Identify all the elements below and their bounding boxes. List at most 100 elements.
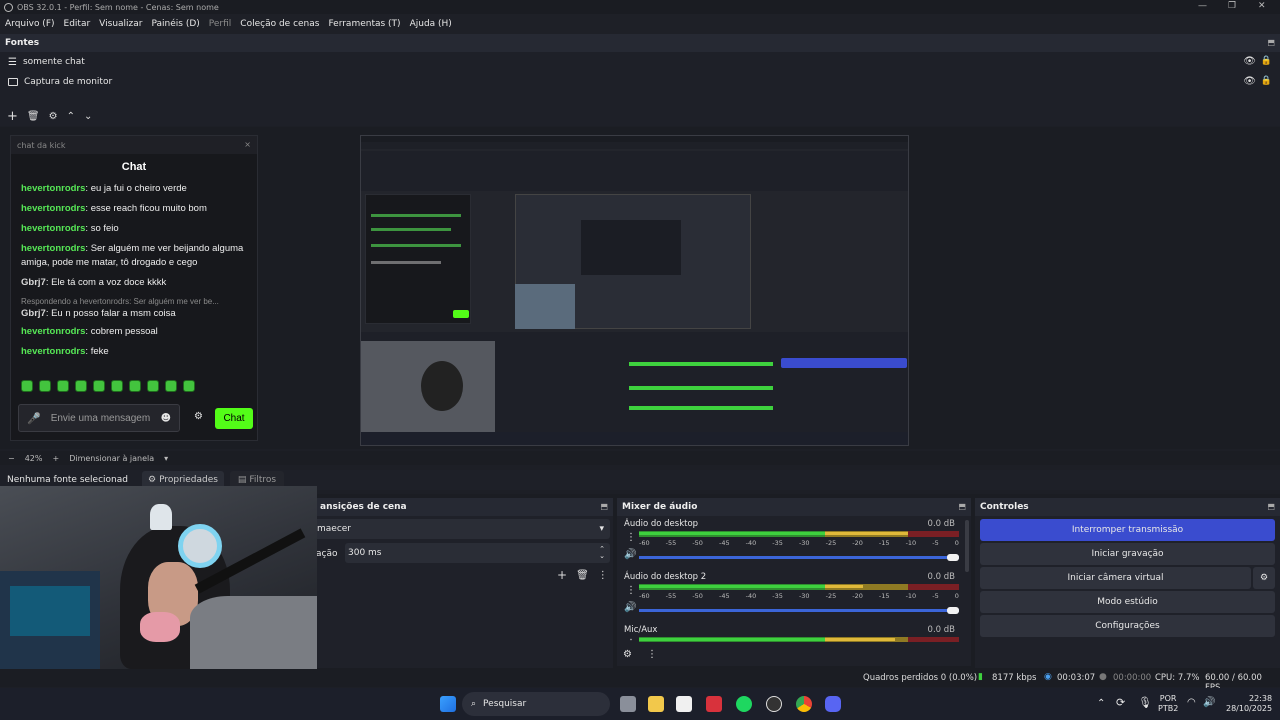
scene-transitions-dock: ansições de cena ⬒ maecer ▾ ação 300 ms …	[310, 498, 613, 668]
duration-spinbox[interactable]: 300 ms ⌃ ⌄	[345, 543, 610, 563]
menu-ajuda[interactable]: Ajuda (H)	[410, 19, 452, 29]
lock-icon[interactable]: 🔒	[1261, 56, 1272, 66]
volume-slider[interactable]	[639, 554, 959, 561]
duration-label: ação	[316, 549, 338, 559]
settings-button[interactable]: Configurações	[980, 615, 1275, 637]
emote-icon[interactable]	[111, 380, 123, 392]
emote-icon[interactable]	[147, 380, 159, 392]
emote-icon[interactable]	[75, 380, 87, 392]
mute-speaker-icon[interactable]: 🔊	[624, 549, 636, 560]
visibility-eye-icon[interactable]: 👁	[1243, 56, 1256, 67]
capcut-icon[interactable]	[676, 696, 692, 712]
menu-perfil[interactable]: Perfil	[209, 19, 232, 29]
start-recording-button[interactable]: Iniciar gravação	[980, 543, 1275, 565]
taskbar-search[interactable]: ⌕ Pesquisar	[462, 692, 610, 716]
undock-icon[interactable]: ⬒	[1267, 38, 1275, 47]
source-item-chat[interactable]: ☰ somente chat 👁 🔒	[0, 52, 1280, 72]
source-item-monitor[interactable]: Captura de monitor 👁 🔒	[0, 72, 1280, 92]
emote-icon[interactable]	[165, 380, 177, 392]
meter-zone	[907, 584, 959, 590]
channel-menu-icon[interactable]: ⋮	[626, 585, 636, 596]
emote-icon[interactable]	[93, 380, 105, 392]
scale-mode[interactable]: Dimensionar à janela	[69, 454, 154, 463]
chat-send-button[interactable]: Chat	[215, 408, 253, 429]
spin-arrows-icon[interactable]: ⌃ ⌄	[599, 546, 605, 560]
stream-status-icon: ◉	[1044, 672, 1052, 682]
visibility-eye-icon[interactable]: 👁	[1243, 76, 1256, 87]
emote-icon[interactable]	[39, 380, 51, 392]
menu-colecao[interactable]: Coleção de cenas	[240, 19, 319, 29]
lock-icon[interactable]: 🔒	[1261, 76, 1272, 86]
chat-settings-gear-icon[interactable]: ⚙	[194, 411, 203, 422]
undock-icon[interactable]: ⬒	[958, 502, 966, 511]
chat-close-icon[interactable]: ×	[244, 140, 251, 149]
channel-name: Áudio do desktop 2	[624, 572, 707, 582]
emote-icon[interactable]	[57, 380, 69, 392]
volume-slider[interactable]	[639, 607, 959, 614]
move-down-icon[interactable]: ⌄	[84, 111, 92, 122]
chrome-icon[interactable]	[796, 696, 812, 712]
slider-knob[interactable]	[947, 554, 959, 561]
move-up-icon[interactable]: ⌃	[67, 111, 75, 122]
source-properties-gear-icon[interactable]: ⚙	[49, 111, 58, 122]
add-transition-icon[interactable]: +	[557, 568, 567, 582]
emote-icon[interactable]	[183, 380, 195, 392]
menu-arquivo[interactable]: Arquivo (F)	[5, 19, 55, 29]
emote-icon[interactable]	[21, 380, 33, 392]
volume-icon[interactable]: 🔊	[1203, 697, 1215, 708]
channel-db: 0.0 dB	[927, 572, 955, 582]
keyboard-layout[interactable]: POR PTB2	[1158, 694, 1178, 714]
meter-ticks: -60 -55 -50 -45 -40 -35 -30 -25 -20 -15 -10 -5 0	[639, 592, 959, 600]
menu-editar[interactable]: Editar	[64, 19, 91, 29]
mic-tray-icon[interactable]: 🎙	[1138, 696, 1152, 709]
mixer-menu-icon[interactable]: ⋮	[647, 649, 657, 660]
mute-speaker-icon[interactable]: 🔊	[624, 602, 636, 613]
task-view-icon[interactable]	[620, 696, 636, 712]
add-source-icon[interactable]: +	[7, 109, 18, 124]
meter-tick-label: -50	[692, 592, 703, 600]
maximize-icon[interactable]: ❐	[1228, 1, 1236, 11]
menu-ferramentas[interactable]: Ferramentas (T)	[328, 19, 400, 29]
microphone-icon[interactable]: 🎤	[27, 412, 41, 425]
app-red-icon[interactable]	[706, 696, 722, 712]
meter-tick-label: -30	[798, 539, 810, 547]
signal-bars-icon: ▮	[978, 672, 983, 682]
minimize-icon[interactable]: —	[1198, 1, 1207, 11]
more-options-icon[interactable]: ⋮	[598, 570, 608, 581]
file-explorer-icon[interactable]	[648, 696, 664, 712]
meter-tick-label: -15	[878, 592, 890, 600]
delete-source-icon[interactable]: 🗑	[27, 111, 40, 122]
undock-icon[interactable]: ⬒	[600, 502, 608, 511]
virtual-camera-gear-icon[interactable]: ⚙	[1253, 567, 1275, 589]
wifi-icon[interactable]: ◠	[1187, 697, 1196, 708]
zoom-out-icon[interactable]: −	[8, 454, 15, 463]
emoji-icon[interactable]: ☻	[161, 413, 171, 424]
tray-chevron-icon[interactable]: ⌃	[1097, 698, 1105, 709]
start-virtual-camera-button[interactable]: Iniciar câmera virtual	[980, 567, 1251, 589]
clock[interactable]: 22:38 28/10/2025	[1226, 694, 1272, 714]
sync-icon[interactable]: ⟳	[1116, 696, 1125, 709]
controls-title: Controles	[980, 502, 1029, 512]
menu-paineis[interactable]: Painéis (D)	[151, 19, 199, 29]
studio-mode-button[interactable]: Modo estúdio	[980, 591, 1275, 613]
transition-type-select[interactable]: maecer ▾	[314, 519, 610, 539]
menu-visualizar[interactable]: Visualizar	[99, 19, 142, 29]
scale-mode-dropdown-icon[interactable]: ▾	[164, 454, 168, 463]
advanced-audio-gear-icon[interactable]: ⚙	[623, 649, 632, 660]
undock-icon[interactable]: ⬒	[1267, 502, 1275, 511]
delete-transition-icon[interactable]: 🗑	[576, 570, 589, 581]
close-icon[interactable]: ✕	[1258, 1, 1266, 11]
mixer-scrollbar[interactable]	[965, 520, 969, 572]
obs-taskbar-icon[interactable]	[766, 696, 782, 712]
zoom-in-icon[interactable]: +	[52, 454, 59, 463]
windows-start-icon[interactable]	[440, 696, 456, 712]
spotify-icon[interactable]	[736, 696, 752, 712]
channel-menu-icon[interactable]: ⋮	[626, 532, 636, 543]
channel-menu-icon[interactable]: ⋮	[626, 638, 636, 642]
stop-streaming-button[interactable]: Interromper transmissão	[980, 519, 1275, 541]
source-label: Captura de monitor	[24, 77, 113, 87]
chat-input[interactable]: 🎤 Envie uma mensagem ☻	[18, 404, 180, 432]
discord-icon[interactable]	[825, 696, 841, 712]
emote-icon[interactable]	[129, 380, 141, 392]
slider-knob[interactable]	[947, 607, 959, 614]
